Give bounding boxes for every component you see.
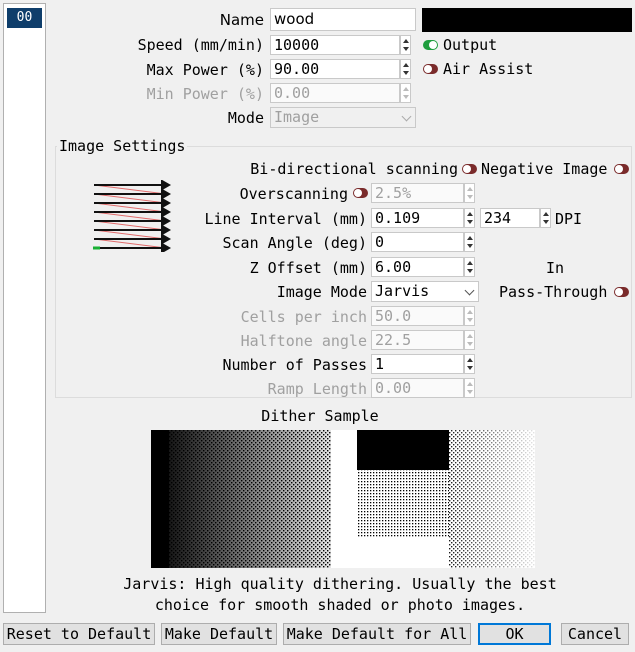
overscanning-spinner[interactable] — [464, 183, 475, 203]
make-default-button[interactable]: Make Default — [161, 623, 277, 645]
max-power-label: Max Power (%) — [146, 61, 264, 79]
make-default-for-all-button[interactable]: Make Default for All — [283, 623, 471, 645]
halftone-angle-label: Halftone angle — [240, 332, 367, 350]
in-label: In — [546, 259, 565, 277]
chevron-down-icon — [464, 285, 475, 296]
image-mode-select[interactable]: Jarvis — [371, 281, 479, 302]
passes-input[interactable]: 1 — [371, 354, 464, 374]
speed-spinner[interactable] — [400, 35, 411, 55]
min-power-spinner[interactable] — [400, 83, 411, 103]
cancel-button[interactable]: Cancel — [561, 623, 629, 645]
negative-image-toggle[interactable] — [614, 164, 629, 174]
ramp-length-spinner[interactable] — [464, 378, 475, 398]
chevron-down-icon — [401, 111, 412, 122]
passes-label: Number of Passes — [222, 356, 368, 374]
z-offset-label: Z Offset (mm) — [249, 259, 367, 277]
halftone-angle-input[interactable]: 22.5 — [371, 330, 464, 350]
negative-image-label: Negative Image — [481, 160, 608, 178]
pass-through-toggle[interactable] — [614, 287, 629, 297]
image-settings-title: Image Settings — [57, 137, 188, 155]
dpi-label: DPI — [555, 210, 583, 228]
dither-description-line1: Jarvis: High quality dithering. Usually … — [123, 575, 557, 593]
mode-label: Mode — [227, 109, 264, 127]
passes-spinner[interactable] — [464, 354, 475, 374]
cells-per-inch-input[interactable]: 50.0 — [371, 306, 464, 326]
ramp-length-input[interactable]: 0.00 — [371, 378, 464, 398]
layer-list[interactable]: 00 — [3, 3, 46, 613]
reset-to-default-button[interactable]: Reset to Default — [3, 623, 155, 645]
z-offset-input[interactable]: 6.00 — [371, 257, 464, 277]
max-power-input[interactable]: 90.00 — [270, 59, 400, 79]
dpi-input[interactable]: 234 — [480, 208, 540, 228]
overscanning-toggle[interactable] — [353, 188, 368, 198]
scan-angle-input[interactable]: 0 — [371, 232, 464, 252]
overscanning-label: Overscanning — [239, 185, 348, 203]
mode-select[interactable]: Image — [270, 107, 416, 128]
dpi-spinner[interactable] — [540, 208, 551, 228]
cells-per-inch-spinner[interactable] — [464, 306, 475, 326]
line-interval-input[interactable]: 0.109 — [371, 208, 464, 228]
min-power-label: Min Power (%) — [146, 85, 264, 103]
scan-angle-label: Scan Angle (deg) — [222, 234, 368, 252]
line-interval-label: Line Interval (mm) — [204, 210, 367, 228]
output-toggle[interactable] — [423, 40, 438, 50]
max-power-spinner[interactable] — [400, 59, 411, 79]
air-assist-toggle[interactable] — [423, 64, 438, 74]
speed-label: Speed (mm/min) — [137, 36, 264, 54]
cells-per-inch-label: Cells per inch — [240, 308, 367, 326]
halftone-angle-spinner[interactable] — [464, 330, 475, 350]
speed-input[interactable]: 10000 — [270, 35, 400, 55]
ok-button[interactable]: OK — [478, 623, 551, 645]
layer-item-00[interactable]: 00 — [7, 8, 42, 28]
bidirectional-label: Bi-directional scanning — [250, 160, 458, 178]
mode-value: Image — [274, 108, 320, 126]
line-interval-spinner[interactable] — [464, 208, 475, 228]
ramp-length-label: Ramp Length — [267, 380, 367, 398]
z-offset-spinner[interactable] — [464, 257, 475, 277]
scan-lines-icon — [93, 180, 172, 252]
bidirectional-toggle[interactable] — [462, 164, 477, 174]
output-label: Output — [443, 36, 498, 54]
scan-angle-spinner[interactable] — [464, 232, 475, 252]
name-input[interactable]: wood — [270, 8, 416, 31]
dither-sample-image — [151, 430, 535, 568]
air-assist-label: Air Assist — [443, 60, 534, 78]
color-swatch[interactable] — [422, 8, 632, 32]
overscanning-input[interactable]: 2.5% — [371, 183, 464, 203]
dither-sample-title: Dither Sample — [261, 407, 379, 425]
image-mode-label: Image Mode — [276, 283, 367, 301]
dither-description-line2: choice for smooth shaded or photo images… — [154, 596, 526, 614]
min-power-input[interactable]: 0.00 — [270, 83, 400, 103]
name-label: Name — [219, 11, 264, 29]
pass-through-label: Pass-Through — [499, 283, 608, 301]
image-mode-value: Jarvis — [375, 282, 430, 300]
